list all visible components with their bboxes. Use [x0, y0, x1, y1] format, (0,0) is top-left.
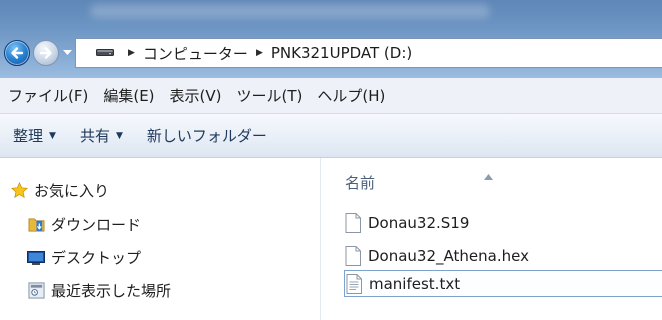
chevron-down-icon: ▼: [49, 130, 56, 141]
navigation-pane: お気に入り ダウンロード デスクトップ 最近表示した場所: [0, 158, 320, 320]
nav-favorites-label: お気に入り: [34, 182, 110, 200]
nav-item-downloads[interactable]: ダウンロード: [27, 214, 141, 235]
organize-label: 整理: [13, 127, 44, 145]
document-icon: [345, 246, 361, 266]
share-label: 共有: [79, 127, 110, 145]
menu-bar: ファイル(F) 編集(E) 表示(V) ツール(T) ヘルプ(H): [0, 78, 662, 114]
text-file-icon: [346, 273, 362, 294]
chevron-down-icon: [62, 50, 72, 55]
new-folder-button[interactable]: 新しいフォルダー: [147, 125, 267, 146]
menu-tools[interactable]: ツール(T): [237, 85, 303, 106]
nav-item-desktop[interactable]: デスクトップ: [27, 247, 141, 268]
forward-arrow-icon: [39, 47, 52, 59]
new-folder-label: 新しいフォルダー: [146, 127, 267, 145]
breadcrumb-computer[interactable]: コンピューター: [143, 43, 248, 64]
title-blur: [90, 4, 490, 18]
nav-favorites[interactable]: お気に入り: [10, 180, 109, 201]
star-icon: [10, 182, 28, 200]
breadcrumb-separator[interactable]: ▶: [128, 48, 135, 58]
breadcrumb-separator[interactable]: ▶: [256, 48, 263, 58]
column-header-name[interactable]: 名前: [345, 172, 375, 193]
menu-help[interactable]: ヘルプ(H): [317, 85, 385, 106]
file-row[interactable]: Donau32.S19: [345, 211, 662, 235]
file-row-focused[interactable]: manifest.txt: [344, 270, 662, 297]
file-name: manifest.txt: [369, 274, 461, 293]
document-icon: [345, 213, 361, 233]
window-title-bar: ▶ コンピューター ▶ PNK321UPDAT (D:): [0, 0, 662, 78]
breadcrumb-drive[interactable]: PNK321UPDAT (D:): [271, 44, 412, 62]
downloads-folder-icon: [27, 216, 45, 234]
nav-item-label: ダウンロード: [51, 216, 142, 234]
file-name: Donau32_Athena.hex: [368, 247, 529, 265]
desktop-icon: [27, 249, 45, 267]
menu-file[interactable]: ファイル(F): [8, 85, 88, 106]
back-button[interactable]: [4, 40, 30, 66]
back-arrow-icon: [11, 47, 24, 59]
recent-pages-dropdown[interactable]: [62, 49, 72, 57]
file-row[interactable]: Donau32_Athena.hex: [345, 244, 662, 268]
nav-item-label: 最近表示した場所: [51, 282, 172, 300]
menu-edit[interactable]: 編集(E): [103, 85, 154, 106]
file-name: Donau32.S19: [368, 214, 470, 232]
menu-view[interactable]: 表示(V): [170, 85, 222, 106]
address-bar[interactable]: ▶ コンピューター ▶ PNK321UPDAT (D:): [75, 38, 662, 68]
organize-button[interactable]: 整理 ▼: [13, 125, 56, 146]
file-list: 名前 Donau32.S19 Donau32_Athena.hex manife…: [321, 158, 662, 320]
forward-button[interactable]: [33, 40, 59, 66]
chevron-down-icon: ▼: [115, 130, 123, 141]
recent-places-icon: [27, 282, 45, 300]
sort-ascending-icon: [484, 168, 493, 184]
command-bar: 整理 ▼ 共有 ▼ 新しいフォルダー: [0, 114, 662, 158]
drive-icon: [96, 45, 114, 61]
nav-item-recent[interactable]: 最近表示した場所: [27, 280, 171, 301]
share-button[interactable]: 共有 ▼: [80, 125, 123, 146]
nav-item-label: デスクトップ: [51, 249, 142, 267]
